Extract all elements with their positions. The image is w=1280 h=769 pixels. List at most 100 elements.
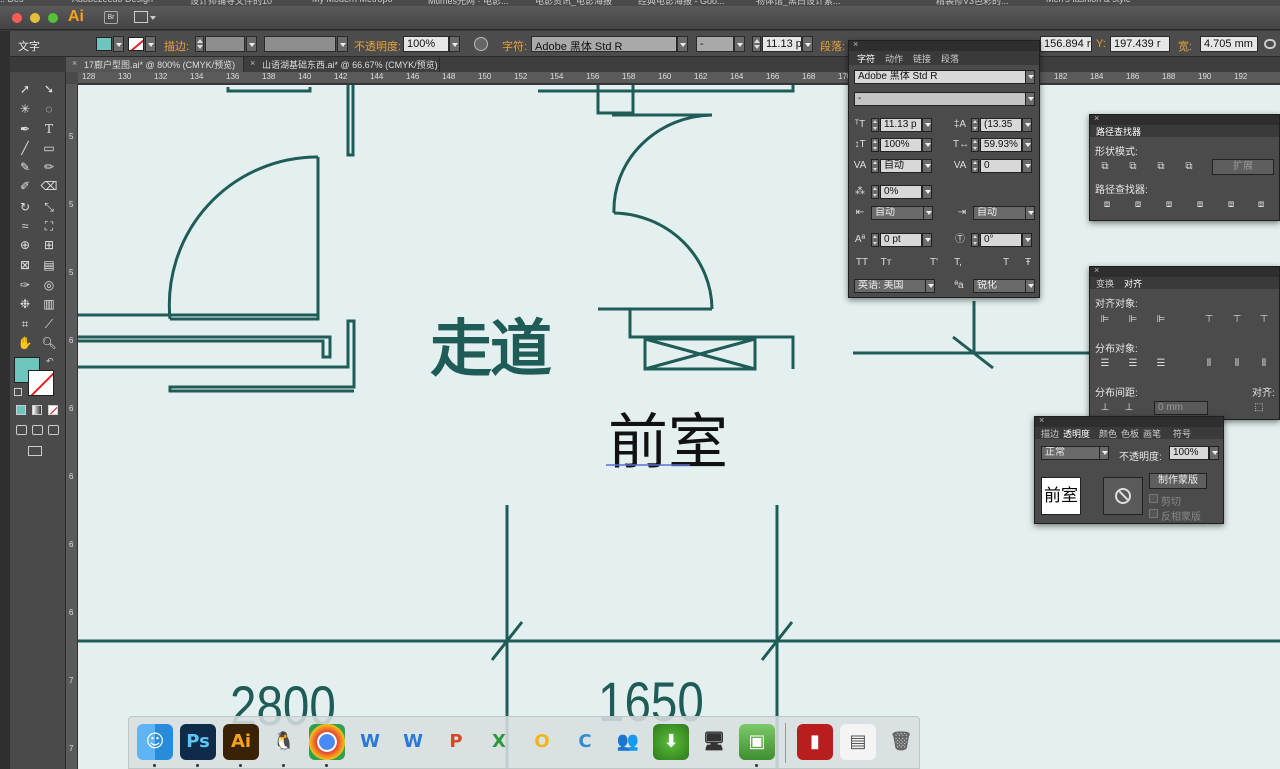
distribute-hspace-icon[interactable]: ⊥ bbox=[1122, 402, 1136, 414]
exclude-icon[interactable]: ⧉ bbox=[1182, 161, 1196, 173]
browser-tab-1[interactable]: Adobezeedo Design bbox=[72, 0, 153, 4]
tab-document-1[interactable]: × 17廊户型图.ai* @ 800% (CMYK/预览) bbox=[66, 57, 244, 72]
tab-links[interactable]: 链接 bbox=[913, 52, 931, 65]
tab-stroke[interactable]: 描边 bbox=[1041, 427, 1059, 440]
magic-wand-tool-icon[interactable]: ✳ bbox=[14, 100, 36, 118]
powerpoint-icon[interactable]: P bbox=[438, 724, 474, 760]
make-mask-button[interactable]: 制作蒙版 bbox=[1149, 473, 1207, 489]
chrome-icon[interactable]: ◉ bbox=[309, 724, 345, 760]
blend-mode-dropdown[interactable] bbox=[1099, 446, 1109, 460]
minus-front-icon[interactable]: ⧉ bbox=[1126, 161, 1140, 173]
minimize-window-button[interactable] bbox=[30, 13, 40, 23]
close-icon[interactable]: × bbox=[1094, 113, 1099, 123]
tracking-field[interactable]: 0 bbox=[980, 159, 1022, 173]
stroke-dropdown[interactable] bbox=[145, 36, 156, 52]
tab-align[interactable]: 对齐 bbox=[1124, 277, 1142, 290]
font-family-dropdown[interactable] bbox=[677, 36, 688, 52]
draw-inside-icon[interactable] bbox=[48, 425, 59, 435]
distribute-vcenter-icon[interactable]: ☰ bbox=[1126, 358, 1140, 370]
hand-tool-icon[interactable]: ✋ bbox=[14, 334, 36, 352]
excel-icon[interactable]: X bbox=[481, 724, 517, 760]
gradient-tool-icon[interactable]: ▤ bbox=[38, 256, 60, 274]
align-bottom-icon[interactable]: ⊤ bbox=[1257, 314, 1271, 326]
tab-document-2[interactable]: × 山语湖基础东西.ai* @ 66.67% (CMYK/预览) bbox=[244, 57, 440, 72]
font-style-field[interactable]: - bbox=[854, 92, 1026, 106]
vertical-ruler[interactable]: 5 5 5 6 6 6 6 6 7 7 bbox=[66, 72, 78, 769]
variable-width-field[interactable] bbox=[264, 36, 336, 52]
outlook-icon[interactable]: O bbox=[524, 724, 560, 760]
font-size-dropdown[interactable] bbox=[802, 36, 813, 52]
trash-icon[interactable]: 🗑 bbox=[883, 724, 919, 760]
chevron-down-icon[interactable] bbox=[150, 16, 156, 20]
invert-mask-checkbox[interactable] bbox=[1149, 509, 1158, 518]
downloader-icon[interactable]: ⬇ bbox=[653, 724, 689, 760]
close-icon[interactable]: × bbox=[250, 58, 255, 68]
leading-stepper[interactable] bbox=[971, 118, 979, 132]
zoom-tool-icon[interactable]: 🔍︎ bbox=[38, 334, 60, 352]
align-vcenter-icon[interactable]: ⊤ bbox=[1230, 314, 1244, 326]
strikethrough-icon[interactable]: Ŧ bbox=[1019, 257, 1037, 269]
close-icon[interactable]: × bbox=[72, 58, 77, 68]
zoom-window-button[interactable] bbox=[48, 13, 58, 23]
browser-tab-0[interactable]: .. Des bbox=[0, 0, 24, 4]
language-field[interactable]: 英语: 美国 bbox=[854, 279, 928, 293]
vertical-scale-dropdown[interactable] bbox=[922, 138, 932, 152]
kerning-dropdown[interactable] bbox=[922, 159, 932, 173]
photoshop-icon[interactable]: Ps bbox=[180, 724, 216, 760]
stroke-swatch[interactable] bbox=[128, 37, 144, 51]
font-size-field[interactable]: 11.13 p bbox=[762, 36, 802, 52]
horizontal-ruler[interactable]: 128 130 132 134 136 138 140 142 144 146 148 150 152 1… bbox=[78, 72, 1280, 84]
paintbrush-tool-icon[interactable]: ✎ bbox=[14, 158, 36, 176]
stroke-color-swatch[interactable] bbox=[28, 370, 54, 396]
tab-character[interactable]: 字符 bbox=[857, 52, 875, 65]
close-icon[interactable]: × bbox=[1094, 265, 1099, 275]
qq-icon[interactable]: 🐧 bbox=[266, 724, 302, 760]
book-icon[interactable]: ▮ bbox=[797, 724, 833, 760]
slice-tool-icon[interactable]: ⟋ bbox=[38, 315, 60, 333]
tracking-stepper[interactable] bbox=[971, 159, 979, 173]
screen-mode-icon[interactable] bbox=[28, 446, 42, 456]
rotation-stepper[interactable] bbox=[971, 233, 979, 247]
x-position-field[interactable]: 156.894 r bbox=[1040, 36, 1092, 52]
antialias-dropdown[interactable] bbox=[1025, 279, 1035, 293]
font-family-field[interactable]: Adobe 黑体 Std R bbox=[854, 70, 1026, 84]
graph-tool-icon[interactable]: ▥ bbox=[38, 295, 60, 313]
remote-desktop-icon[interactable]: 🖥 bbox=[696, 724, 732, 760]
arrange-documents-icon[interactable] bbox=[134, 11, 148, 23]
merge-icon[interactable]: ⧈ bbox=[1162, 199, 1176, 211]
rotate-tool-icon[interactable]: ↻ bbox=[14, 198, 36, 216]
tsume-stepper[interactable] bbox=[871, 185, 879, 199]
spacing-field[interactable]: 0 mm bbox=[1154, 401, 1208, 415]
vertical-scale-field[interactable]: 100% bbox=[880, 138, 922, 152]
illustrator-icon[interactable]: Ai bbox=[223, 724, 259, 760]
horizontal-scale-stepper[interactable] bbox=[971, 138, 979, 152]
rotation-field[interactable]: 0° bbox=[980, 233, 1022, 247]
expand-button[interactable]: 扩展 bbox=[1212, 159, 1274, 175]
align-left-icon[interactable]: ⊫ bbox=[1098, 314, 1112, 326]
opacity-field[interactable]: 100% bbox=[403, 36, 449, 52]
scale-tool-icon[interactable]: ⤡ bbox=[38, 198, 60, 216]
bridge-button[interactable]: Br bbox=[104, 11, 118, 24]
subscript-icon[interactable]: T, bbox=[949, 257, 967, 269]
y-position-field[interactable]: 197.439 r bbox=[1110, 36, 1170, 52]
intersect-icon[interactable]: ⧉ bbox=[1154, 161, 1168, 173]
swap-colors-icon[interactable]: ↶ bbox=[46, 356, 54, 367]
close-window-button[interactable] bbox=[12, 13, 22, 23]
horizontal-scale-dropdown[interactable] bbox=[1022, 138, 1032, 152]
tab-pathfinder[interactable]: 路径查找器 bbox=[1096, 125, 1141, 138]
tab-actions[interactable]: 动作 bbox=[885, 52, 903, 65]
font-style-dropdown[interactable] bbox=[1025, 92, 1035, 106]
warp-tool-icon[interactable]: ≈ bbox=[14, 217, 36, 235]
stroke-weight-dropdown[interactable] bbox=[246, 36, 257, 52]
divide-icon[interactable]: ⧈ bbox=[1100, 199, 1114, 211]
aki-right-dropdown[interactable] bbox=[1025, 206, 1035, 220]
opacity-dropdown[interactable] bbox=[1209, 446, 1219, 460]
kerning-stepper[interactable] bbox=[871, 159, 879, 173]
pencil-tool-icon[interactable]: ✏ bbox=[38, 158, 60, 176]
variable-width-dropdown[interactable] bbox=[337, 36, 348, 52]
artwork-thumbnail[interactable]: 前室 bbox=[1041, 477, 1081, 515]
distribute-vspace-icon[interactable]: ⊥ bbox=[1098, 402, 1112, 414]
unite-icon[interactable]: ⧉ bbox=[1098, 161, 1112, 173]
browser-tab-3[interactable]: My Modern Metropo bbox=[312, 0, 393, 4]
artboard-tool-icon[interactable]: ⌗ bbox=[14, 315, 36, 333]
